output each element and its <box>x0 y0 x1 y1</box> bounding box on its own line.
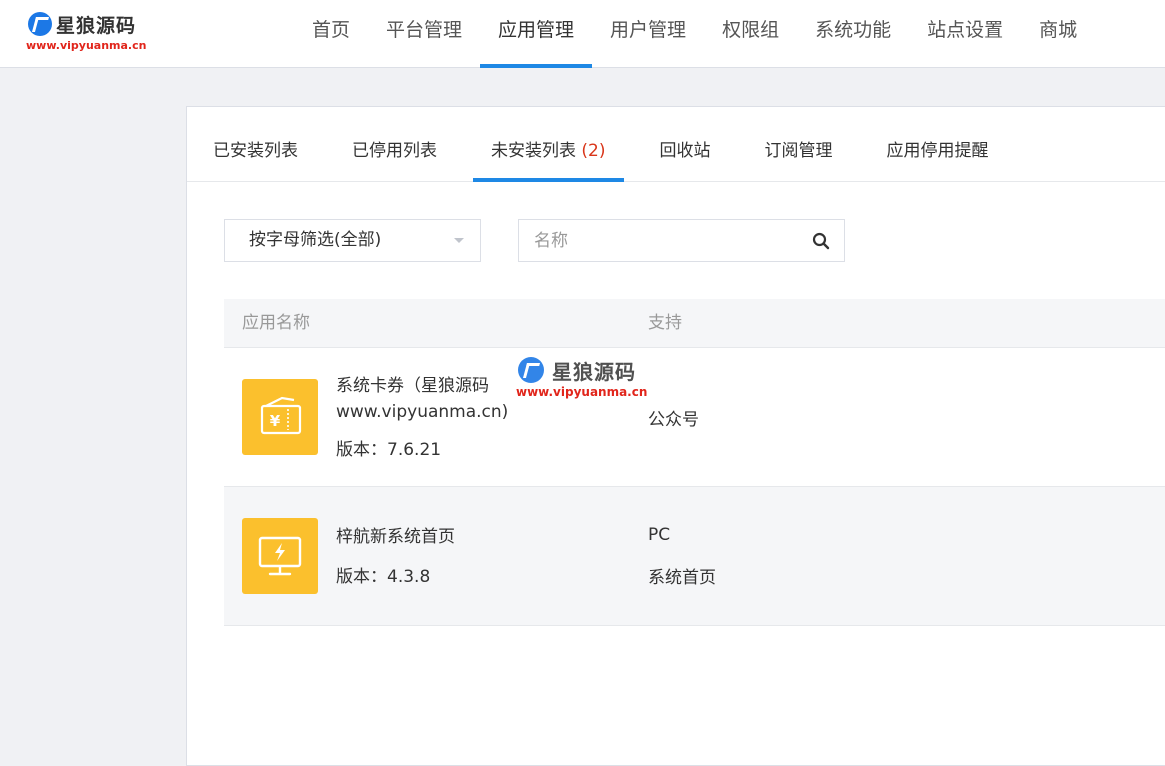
support-platform: 系统首页 <box>648 568 716 588</box>
table-row: 梓航新系统首页 版本：4.3.8 PC 系统首页 <box>224 487 1165 626</box>
tab-subscriptions[interactable]: 订阅管理 <box>747 107 851 181</box>
table-header: 应用名称 支持 <box>224 299 1165 348</box>
app-name: 梓航新系统首页 <box>336 527 455 547</box>
tab-label: 未安装列表 <box>491 141 576 161</box>
tab-uninstalled[interactable]: 未安装列表 (2) <box>473 107 624 182</box>
top-header: 星狼源码 www.vipyuanma.cn 首页 平台管理 应用管理 用户管理 … <box>0 0 1165 68</box>
search-icon[interactable] <box>812 232 830 250</box>
logo-text: 星狼源码 <box>56 15 137 37</box>
tab-label: 应用停用提醒 <box>886 141 989 161</box>
nav-permissions[interactable]: 权限组 <box>704 0 797 68</box>
monitor-icon <box>242 518 318 594</box>
tab-recycle-bin[interactable]: 回收站 <box>642 107 729 181</box>
search-input[interactable] <box>519 220 799 261</box>
app-version: 版本：4.3.8 <box>336 567 431 587</box>
tab-label: 已安装列表 <box>213 141 298 161</box>
site-logo[interactable]: 星狼源码 www.vipyuanma.cn <box>26 10 156 54</box>
nav-users[interactable]: 用户管理 <box>592 0 704 68</box>
logo-url: www.vipyuanma.cn <box>26 39 147 52</box>
tab-label: 订阅管理 <box>764 141 833 161</box>
app-table: 应用名称 支持 ¥ 系统卡券（星狼源码www.vipyuanma.cn) 版本：… <box>224 299 1165 626</box>
nav-system[interactable]: 系统功能 <box>797 0 909 68</box>
nav-platform[interactable]: 平台管理 <box>368 0 480 68</box>
search-box <box>518 219 845 262</box>
tab-disabled[interactable]: 已停用列表 <box>334 107 455 181</box>
nav-store[interactable]: 商城 <box>1021 0 1095 68</box>
app-name: 系统卡券（星狼源码www.vipyuanma.cn) <box>336 376 509 422</box>
logo-icon <box>28 12 52 36</box>
nav-apps[interactable]: 应用管理 <box>480 0 593 68</box>
nav-site[interactable]: 站点设置 <box>909 0 1021 68</box>
tab-label: 回收站 <box>659 141 711 161</box>
column-support: 支持 <box>648 313 682 333</box>
tab-count-badge: (2) <box>581 141 606 161</box>
table-row: ¥ 系统卡券（星狼源码www.vipyuanma.cn) 版本：7.6.21 公… <box>224 348 1165 487</box>
coupon-icon: ¥ <box>242 379 318 455</box>
tab-installed[interactable]: 已安装列表 <box>195 107 316 181</box>
support-platform: PC <box>648 525 671 545</box>
filter-selected-value: 按字母筛选(全部) <box>249 230 382 250</box>
main-nav: 首页 平台管理 应用管理 用户管理 权限组 系统功能 站点设置 商城 <box>294 0 1095 68</box>
tab-label: 已停用列表 <box>352 141 437 161</box>
column-app-name: 应用名称 <box>242 313 310 333</box>
svg-text:¥: ¥ <box>270 412 281 430</box>
chevron-down-icon <box>454 238 464 243</box>
support-platform: 公众号 <box>648 410 699 430</box>
app-list-tabs: 已安装列表 已停用列表 未安装列表 (2) 回收站 订阅管理 应用停用提醒 <box>187 107 1165 182</box>
app-management-panel: 已安装列表 已停用列表 未安装列表 (2) 回收站 订阅管理 应用停用提醒 按字… <box>186 106 1165 766</box>
tab-disable-reminder[interactable]: 应用停用提醒 <box>869 107 1007 181</box>
letter-filter-select[interactable]: 按字母筛选(全部) <box>224 219 481 262</box>
nav-home[interactable]: 首页 <box>294 0 368 68</box>
app-version: 版本：7.6.21 <box>336 440 442 460</box>
